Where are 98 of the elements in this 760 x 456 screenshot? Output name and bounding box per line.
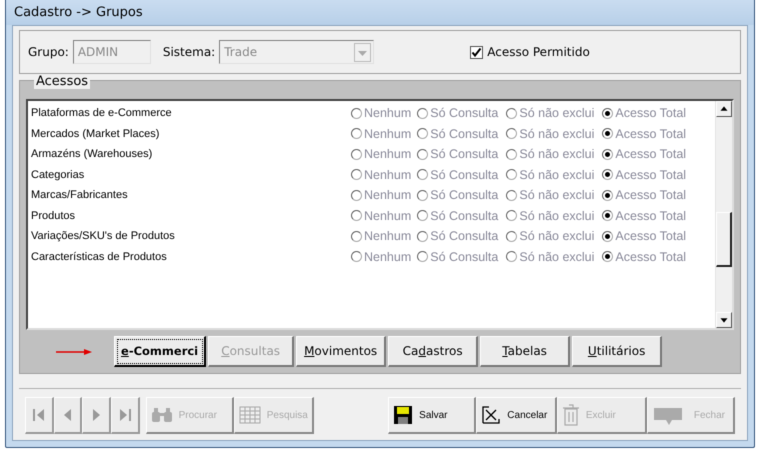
trash-icon: [562, 404, 580, 426]
radio-button[interactable]: [351, 108, 362, 119]
radio-button[interactable]: [602, 169, 614, 180]
tab[interactable]: Cadastros: [388, 336, 478, 367]
scroll-down-button[interactable]: [716, 312, 732, 328]
radio-label[interactable]: Só Consulta: [430, 168, 498, 182]
radio-label[interactable]: Só não exclui: [519, 106, 594, 120]
module-name: Mercados (Market Places): [31, 128, 160, 140]
radio-button[interactable]: [351, 128, 362, 140]
radio-label[interactable]: Só não exclui: [519, 188, 594, 202]
module-name: Características de Produtos: [31, 250, 168, 263]
radio-label[interactable]: Acesso Total: [615, 188, 686, 202]
radio-button[interactable]: [602, 190, 614, 201]
first-icon: [32, 407, 46, 423]
group-field[interactable]: ADMIN: [72, 40, 151, 64]
tab[interactable]: Movimentos: [296, 336, 386, 367]
radio-label[interactable]: Nenhum: [364, 126, 412, 141]
radio-label[interactable]: Acesso Total: [615, 106, 686, 120]
radio-button[interactable]: [506, 230, 518, 242]
radio-button[interactable]: [351, 251, 362, 262]
radio-label[interactable]: Nenhum: [364, 229, 412, 244]
radio-label[interactable]: Só não exclui: [519, 168, 594, 182]
radio-label[interactable]: Acesso Total: [615, 208, 686, 223]
radio-button[interactable]: [602, 230, 614, 242]
radio-button[interactable]: [506, 210, 518, 222]
radio-label[interactable]: Só não exclui: [519, 147, 594, 162]
module-name: Categorias: [31, 168, 86, 181]
scroll-up-button[interactable]: [716, 101, 732, 117]
radio-label[interactable]: Só Consulta: [430, 208, 498, 223]
radio-button[interactable]: [351, 190, 362, 201]
scrollbar[interactable]: [715, 101, 732, 328]
module-name: Marcas/Fabricantes: [31, 189, 129, 202]
radio-label[interactable]: Acesso Total: [615, 168, 686, 182]
radio-label[interactable]: Só Consulta: [430, 106, 498, 120]
radio-label[interactable]: Nenhum: [364, 168, 412, 182]
radio-button[interactable]: [417, 190, 428, 201]
radio-button[interactable]: [351, 169, 362, 180]
radio-label[interactable]: Só não exclui: [519, 250, 594, 264]
radio-label[interactable]: Acesso Total: [615, 229, 686, 244]
cancel-button[interactable]: Cancelar: [476, 397, 557, 434]
radio-label[interactable]: Só Consulta: [430, 147, 498, 162]
scroll-thumb[interactable]: [716, 212, 732, 267]
radio-label[interactable]: Nenhum: [364, 106, 412, 120]
radio-label[interactable]: Só Consulta: [430, 229, 498, 244]
tab[interactable]: Tabelas: [480, 336, 570, 367]
radio-button[interactable]: [602, 251, 614, 262]
module-name: Plataformas de e-Commerce: [31, 107, 173, 120]
radio-button[interactable]: [602, 128, 614, 140]
access-checkbox[interactable]: Acesso Permitido: [470, 45, 590, 59]
radio-label[interactable]: Só Consulta: [430, 188, 498, 202]
radio-button[interactable]: [506, 108, 518, 119]
radio-button[interactable]: [351, 148, 362, 160]
panel-title: Acessos: [34, 74, 90, 89]
radio-button[interactable]: [506, 251, 518, 262]
radio-button[interactable]: [506, 148, 518, 160]
window-title: Cadastro -> Grupos: [14, 5, 143, 20]
last-icon: [118, 407, 132, 423]
group-label: Grupo:: [28, 45, 69, 59]
module-name: Variações/SKU's de Produtos: [31, 230, 176, 242]
radio-label[interactable]: Só não exclui: [519, 126, 594, 141]
close-icon: [481, 405, 502, 425]
checkmark-icon: [471, 46, 482, 58]
module-name: Armazéns (Warehouses): [31, 148, 154, 160]
radio-button[interactable]: [602, 210, 614, 222]
radio-label[interactable]: Acesso Total: [615, 250, 686, 264]
grid-icon: [238, 406, 261, 424]
radio-button[interactable]: [351, 210, 362, 222]
radio-button[interactable]: [417, 108, 428, 119]
system-label: Sistema:: [162, 45, 216, 59]
system-dropdown[interactable]: Trade: [219, 40, 374, 64]
radio-button[interactable]: [602, 108, 614, 119]
arrow-icon: [54, 346, 94, 356]
radio-label[interactable]: Só não exclui: [519, 229, 594, 244]
tab[interactable]: Utilitários: [572, 336, 662, 367]
radio-label[interactable]: Acesso Total: [615, 147, 686, 162]
radio-label[interactable]: Só Consulta: [430, 250, 498, 264]
radio-button[interactable]: [602, 148, 614, 160]
radio-label[interactable]: Nenhum: [364, 147, 412, 162]
radio-button[interactable]: [506, 128, 518, 140]
radio-label[interactable]: Nenhum: [364, 208, 412, 223]
save-button[interactable]: Salvar: [388, 397, 476, 434]
radio-label[interactable]: Nenhum: [364, 250, 412, 264]
binoculars-icon: [150, 407, 173, 423]
radio-label[interactable]: Acesso Total: [615, 126, 686, 141]
radio-button[interactable]: [351, 230, 362, 242]
radio-button[interactable]: [417, 128, 428, 140]
radio-button[interactable]: [417, 210, 428, 222]
radio-button[interactable]: [417, 148, 428, 160]
radio-button[interactable]: [417, 251, 428, 262]
radio-label[interactable]: Nenhum: [364, 188, 412, 202]
module-name: Produtos: [31, 210, 76, 222]
radio-button[interactable]: [506, 190, 518, 201]
radio-button[interactable]: [417, 230, 428, 242]
radio-button[interactable]: [506, 169, 518, 180]
radio-label[interactable]: Só Consulta: [430, 126, 498, 141]
tab[interactable]: e-Commerci: [114, 336, 206, 367]
radio-button[interactable]: [417, 169, 428, 180]
radio-label[interactable]: Só não exclui: [519, 208, 594, 223]
